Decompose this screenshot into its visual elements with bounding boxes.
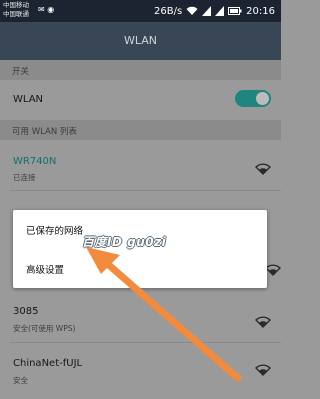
section-header-networks: 可用 WLAN 列表 — [0, 120, 281, 140]
network-status: 安全 — [13, 376, 28, 385]
signal-icon-2 — [215, 6, 225, 16]
network-name: 3085 — [13, 306, 39, 317]
network-name: WR740N — [13, 156, 57, 167]
network-name: ChinaNet-fUJL — [13, 358, 83, 369]
clock: 20:16 — [246, 5, 275, 17]
status-icons: 26B/s 20:16 — [154, 4, 275, 18]
wifi-signal-icon — [265, 264, 281, 276]
status-bar: 中国移动 中国联通 ✉ ◉ 26B/s 20:16 — [0, 0, 281, 22]
menu-item-advanced-settings[interactable]: 高级设置 — [26, 262, 64, 276]
net-speed: 26B/s — [154, 5, 183, 17]
network-status: 已连接 — [13, 173, 36, 182]
page-title: WLAN — [123, 34, 157, 47]
wlan-label: WLAN — [13, 94, 44, 105]
chat-icon: ✉ — [38, 5, 45, 14]
watermark: 百度ID gu0zi — [82, 235, 167, 249]
wlan-toggle-switch[interactable] — [235, 90, 271, 107]
section-header-switch: 开关 — [0, 60, 281, 80]
weibo-icon: ◉ — [47, 5, 55, 14]
network-item-wr740n[interactable]: WR740N 已连接 — [0, 140, 281, 190]
notification-icons: ✉ ◉ — [38, 5, 54, 14]
toggle-knob — [256, 92, 269, 105]
wifi-signal-icon — [255, 163, 271, 175]
wifi-lock-icon — [255, 364, 271, 376]
menu-item-saved-networks[interactable]: 已保存的网络 — [26, 223, 83, 237]
app-bar: WLAN — [0, 22, 281, 60]
wifi-status-icon — [186, 6, 198, 16]
signal-icon-1 — [202, 6, 212, 16]
section-header-label: 可用 WLAN 列表 — [12, 127, 77, 137]
network-status: 安全(可使用 WPS) — [13, 324, 76, 333]
carrier-label-2: 中国联通 — [3, 10, 29, 18]
wifi-lock-icon — [255, 316, 271, 328]
network-item-3085[interactable]: 3085 安全(可使用 WPS) — [0, 296, 281, 342]
battery-icon — [228, 7, 242, 15]
network-item-chinanet[interactable]: ChinaNet-fUJL 安全 — [0, 343, 281, 399]
carrier-label-1: 中国移动 — [3, 1, 29, 9]
section-header-label: 开关 — [12, 67, 30, 77]
